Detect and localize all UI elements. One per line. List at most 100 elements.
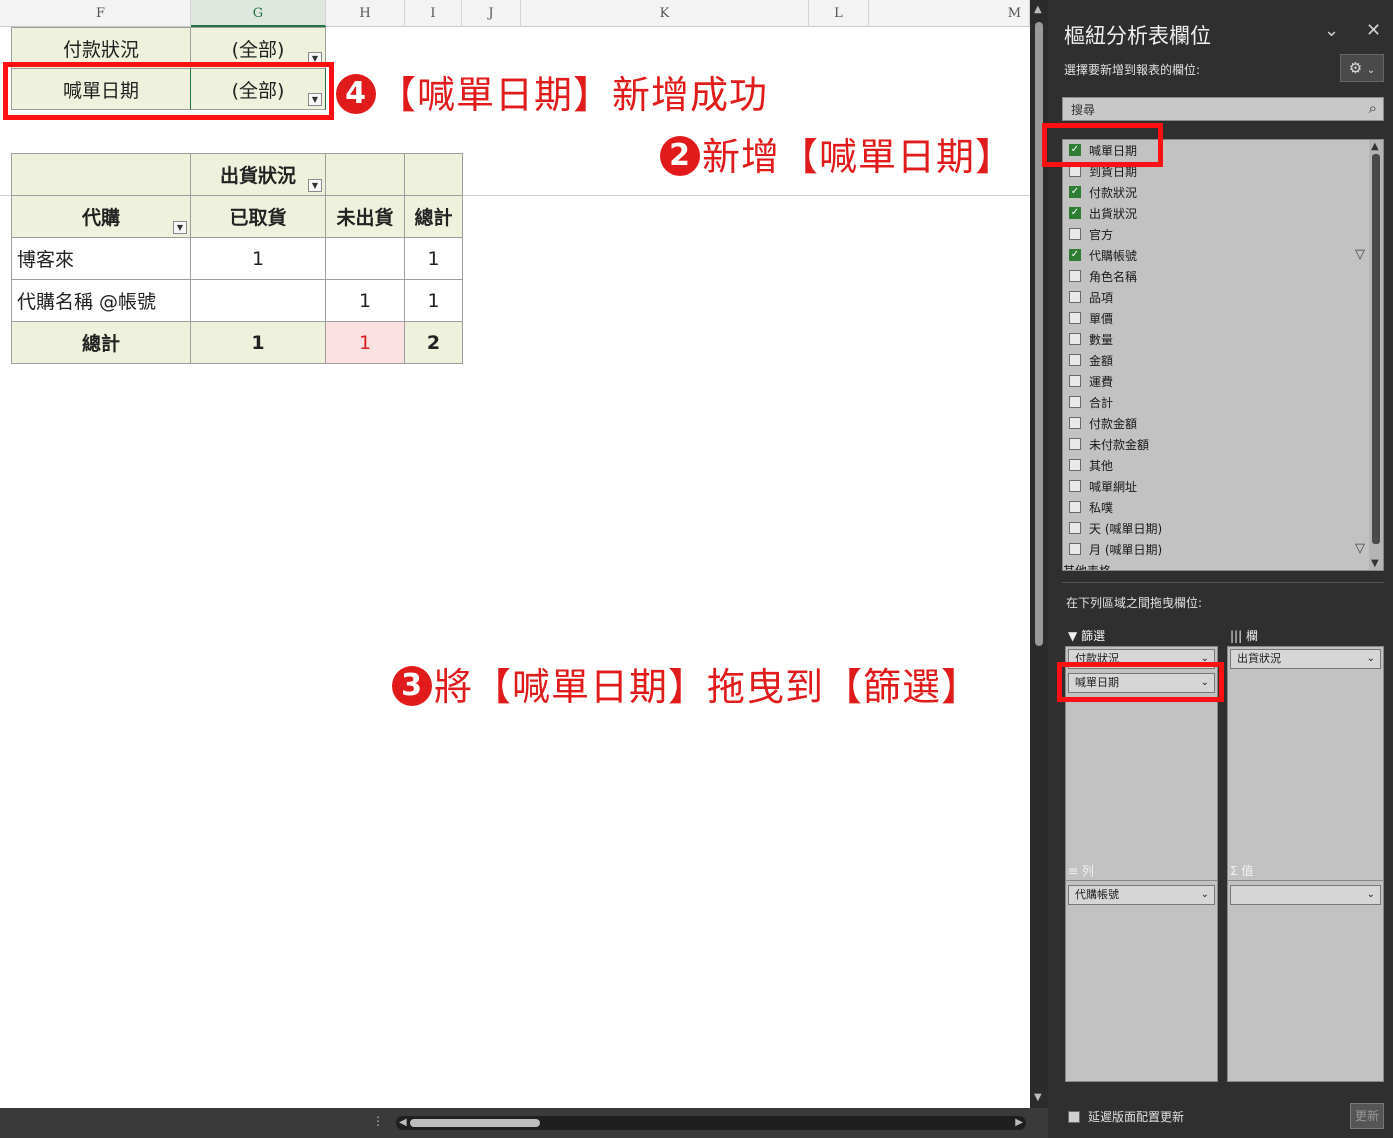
checkbox[interactable] xyxy=(1069,312,1081,324)
tools-gear-button[interactable]: ⚙ ⌄ xyxy=(1340,54,1384,82)
pivot-row-field[interactable]: 代購 ▼ xyxy=(11,195,191,238)
pivot-col-header: 已取貨 xyxy=(190,195,326,238)
column-header-f[interactable]: F xyxy=(11,0,191,27)
scroll-up-icon[interactable]: ▲ xyxy=(1034,4,1042,15)
field-item[interactable]: ✓ 代購帳號 xyxy=(1069,245,1137,265)
defer-layout-update[interactable]: 延遲版面配置更新 xyxy=(1068,1108,1184,1125)
field-item-more-tables[interactable]: 其他表格... xyxy=(1063,560,1122,571)
pivot-total-cell[interactable]: 2 xyxy=(404,321,463,364)
worksheet[interactable]: F G H I J K L M 付款狀況 (全部) ▼ 喊單日期 (全部) ▼ … xyxy=(0,0,1030,1108)
sheet-horizontal-scrollbar[interactable]: ◀ ▶ xyxy=(396,1116,1026,1130)
checkbox[interactable] xyxy=(1069,396,1081,408)
field-list-scrollbar[interactable]: ▲ ▼ xyxy=(1369,140,1383,570)
close-icon[interactable]: ✕ xyxy=(1366,20,1381,41)
scrollbar-thumb[interactable] xyxy=(1035,22,1043,646)
values-chip[interactable]: ⌄ xyxy=(1230,885,1381,905)
pivot-cell[interactable]: 1 xyxy=(325,279,405,322)
checkbox[interactable] xyxy=(1069,417,1081,429)
checkbox[interactable]: ✓ xyxy=(1069,249,1081,261)
field-item[interactable]: 合計 xyxy=(1069,392,1113,412)
scroll-right-icon[interactable]: ▶ xyxy=(1015,1117,1023,1128)
field-item[interactable]: 喊單網址 xyxy=(1069,476,1137,496)
pivot-row-label[interactable]: 代購名稱 @帳號 xyxy=(11,279,191,322)
field-item[interactable]: 數量 xyxy=(1069,329,1113,349)
pivot-row-label[interactable]: 博客來 xyxy=(11,237,191,280)
field-item[interactable]: 官方 xyxy=(1069,224,1113,244)
col-field-dropdown-button[interactable]: ▼ xyxy=(308,179,322,192)
chevron-down-icon[interactable]: ⌄ xyxy=(1367,650,1375,668)
pivot-cell[interactable]: 1 xyxy=(190,237,326,280)
pivot-cell[interactable] xyxy=(190,279,326,322)
column-header-k[interactable]: K xyxy=(521,0,809,27)
pivot-total-label[interactable]: 總計 xyxy=(11,321,191,364)
checkbox[interactable] xyxy=(1069,501,1081,513)
area-title: 篩選 xyxy=(1081,629,1106,643)
rows-icon: ≡ xyxy=(1068,864,1079,878)
step-badge: 3 xyxy=(392,665,432,706)
checkbox[interactable] xyxy=(1069,375,1081,387)
annotation-text: 將【喊單日期】拖曳到【篩選】 xyxy=(434,665,981,709)
field-item[interactable]: 角色名稱 xyxy=(1069,266,1137,286)
rows-chip[interactable]: 代購帳號 ⌄ xyxy=(1068,885,1215,905)
field-item[interactable]: 天 (喊單日期) xyxy=(1069,518,1162,538)
field-item[interactable]: 其他 xyxy=(1069,455,1113,475)
field-item[interactable]: ✓ 出貨狀況 xyxy=(1069,203,1137,223)
checkbox[interactable]: ✓ xyxy=(1069,207,1081,219)
checkbox[interactable] xyxy=(1069,438,1081,450)
checkbox[interactable]: ✓ xyxy=(1069,186,1081,198)
column-header-g[interactable]: G xyxy=(191,0,326,27)
checkbox[interactable] xyxy=(1069,354,1081,366)
field-item[interactable]: 月 (喊單日期) xyxy=(1069,539,1162,559)
field-item[interactable]: 金額 xyxy=(1069,350,1113,370)
split-handle-icon[interactable]: ⋮ xyxy=(372,1114,384,1128)
highlight-box-filter xyxy=(3,62,334,120)
scrollbar-thumb[interactable] xyxy=(1372,154,1380,544)
scrollbar-thumb[interactable] xyxy=(410,1119,540,1127)
checkbox[interactable] xyxy=(1069,543,1081,555)
field-search-input[interactable]: 搜尋 ⌕ xyxy=(1062,97,1384,121)
column-header-i[interactable]: I xyxy=(405,0,462,27)
chevron-down-icon[interactable]: ⌄ xyxy=(1324,20,1339,41)
pivot-total-cell-selected[interactable]: 1 xyxy=(325,321,405,364)
pivot-cell[interactable] xyxy=(325,237,405,280)
chevron-down-icon[interactable]: ⌄ xyxy=(1201,886,1209,904)
checkbox[interactable] xyxy=(1069,228,1081,240)
checkbox[interactable] xyxy=(1069,291,1081,303)
field-item[interactable]: 付款金額 xyxy=(1069,413,1137,433)
pivot-cell[interactable]: 1 xyxy=(404,237,463,280)
pivot-cell[interactable]: 1 xyxy=(404,279,463,322)
update-button[interactable]: 更新 xyxy=(1350,1103,1384,1129)
gear-icon: ⚙ xyxy=(1348,59,1363,77)
rows-drop-area[interactable]: 代購帳號 ⌄ xyxy=(1065,880,1218,1082)
checkbox[interactable] xyxy=(1069,522,1081,534)
column-header-l[interactable]: L xyxy=(809,0,869,27)
scroll-left-icon[interactable]: ◀ xyxy=(399,1117,407,1128)
checkbox[interactable] xyxy=(1068,1110,1080,1123)
field-item[interactable]: 品項 xyxy=(1069,287,1113,307)
column-header-h[interactable]: H xyxy=(326,0,405,27)
field-item[interactable]: ✓ 付款狀況 xyxy=(1069,182,1137,202)
row-field-filter-button[interactable]: ▼ xyxy=(173,221,187,234)
field-item[interactable]: 未付款金額 xyxy=(1069,434,1149,454)
checkbox[interactable] xyxy=(1069,459,1081,471)
field-item[interactable]: 運費 xyxy=(1069,371,1113,391)
scroll-down-icon[interactable]: ▼ xyxy=(1371,558,1379,569)
rows-area-header: ≡ 列 xyxy=(1068,862,1094,879)
chevron-down-icon[interactable]: ⌄ xyxy=(1367,886,1375,904)
pivot-total-cell[interactable]: 1 xyxy=(190,321,326,364)
field-item[interactable]: 私噗 xyxy=(1069,497,1113,517)
field-list[interactable]: ✓ 喊單日期 到貨日期 ✓ 付款狀況 ✓ 出貨狀況 官方 ✓ 代購帳號 ▽ 角色名稱 品… xyxy=(1062,139,1384,571)
field-item[interactable]: 單價 xyxy=(1069,308,1113,328)
checkbox[interactable] xyxy=(1069,270,1081,282)
values-drop-area[interactable]: ⌄ xyxy=(1227,880,1384,1082)
scroll-down-icon[interactable]: ▼ xyxy=(1034,1092,1042,1103)
column-header-m[interactable]: M xyxy=(869,0,1030,27)
columns-chip[interactable]: 出貨狀況 ⌄ xyxy=(1230,649,1381,669)
scroll-up-icon[interactable]: ▲ xyxy=(1371,141,1379,152)
pivot-col-field[interactable]: 出貨狀況 ▼ xyxy=(190,153,326,196)
checkbox[interactable] xyxy=(1069,480,1081,492)
column-header-j[interactable]: J xyxy=(462,0,521,27)
checkbox[interactable] xyxy=(1069,333,1081,345)
field-label: 其他表格... xyxy=(1063,563,1123,571)
search-placeholder: 搜尋 xyxy=(1071,103,1096,117)
